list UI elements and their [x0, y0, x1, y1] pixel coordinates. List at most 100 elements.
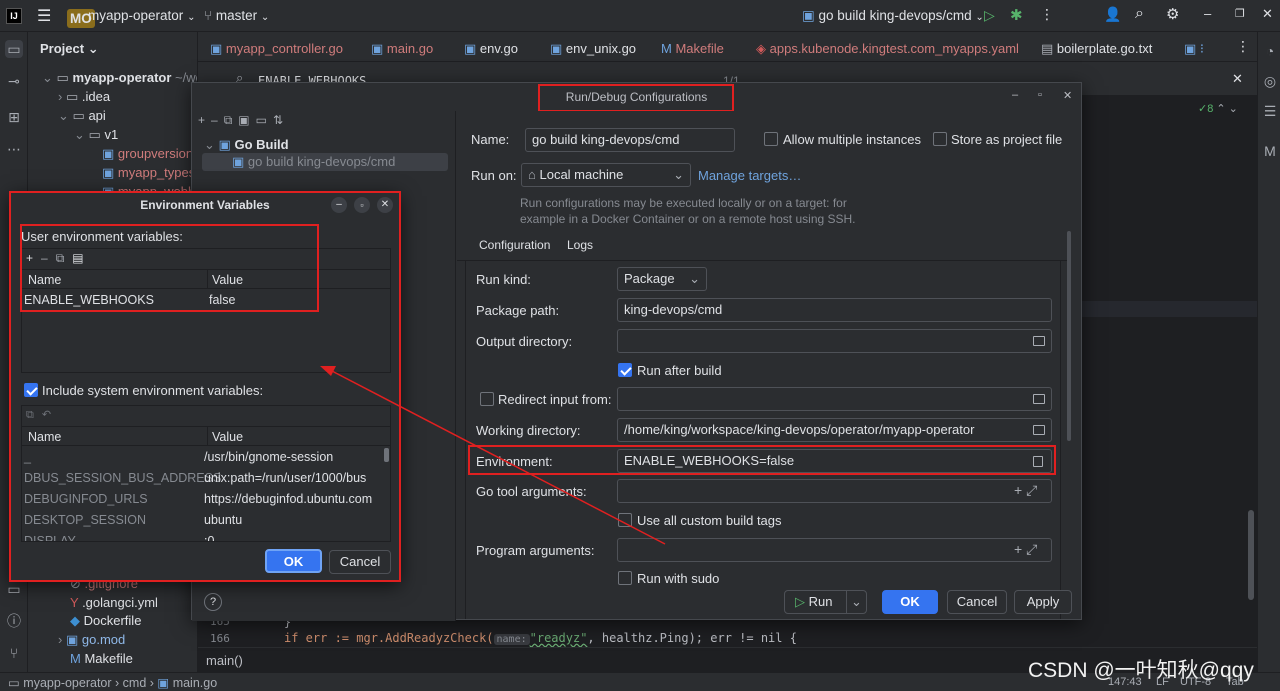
tree-item-idea[interactable]: › ▭ .idea — [58, 89, 110, 105]
minimize-icon[interactable]: – — [1012, 89, 1018, 101]
sort-icon[interactable]: ⇅ — [273, 113, 289, 127]
chevron-down-icon[interactable]: ⌄ — [846, 591, 866, 613]
table-row[interactable]: _ /usr/bin/gnome-session — [22, 447, 382, 468]
save-icon[interactable]: ▣ — [238, 113, 255, 127]
tab-env-go[interactable]: ▣ env.go — [464, 41, 518, 57]
make-icon[interactable]: M — [1261, 142, 1279, 160]
maximize-icon[interactable]: ▫ — [354, 197, 370, 213]
store-project-checkbox[interactable] — [933, 132, 947, 146]
form-scrollbar[interactable] — [1067, 231, 1071, 441]
tab-configuration[interactable]: Configuration — [469, 238, 561, 262]
working-dir-field[interactable]: /home/king/workspace/king-devops/operato… — [617, 418, 1052, 442]
table-row[interactable]: DEBUGINFOD_URLS https://debuginfod.ubunt… — [22, 489, 382, 510]
redirect-input-checkbox[interactable] — [480, 392, 494, 406]
tree-item-groupversion[interactable]: ▣ groupversion_ — [102, 146, 197, 162]
tree-item-golangci[interactable]: Y .golangci.yml — [70, 595, 158, 610]
remove-icon[interactable]: – — [211, 113, 224, 127]
copy-icon[interactable]: ⧉ — [56, 251, 73, 265]
copy-icon[interactable]: ⧉ — [26, 409, 42, 421]
custom-build-tags-checkbox[interactable] — [618, 513, 632, 527]
expand-icon[interactable]: + ⤢ — [1014, 482, 1037, 499]
table-row[interactable]: DISPLAY :0 — [22, 531, 382, 541]
tree-item-dockerfile[interactable]: ◆ Dockerfile — [70, 613, 141, 629]
expand-icon[interactable]: + ⤢ — [1014, 541, 1037, 558]
ok-button[interactable]: OK — [882, 590, 938, 614]
browse-folder-icon[interactable] — [1033, 394, 1045, 404]
more-tools-icon[interactable]: ⋯ — [5, 140, 23, 158]
redirect-input-field[interactable] — [617, 387, 1052, 411]
inspection-widget[interactable]: ✓8 ⌃ ⌄ — [1198, 102, 1238, 115]
run-button[interactable]: ▷ Run ⌄ — [784, 590, 867, 614]
folder-icon[interactable]: ▭ — [256, 113, 273, 127]
table-row[interactable]: ENABLE_WEBHOOKS false — [22, 290, 390, 310]
tab-overflow[interactable]: ▣ ⁝ — [1184, 41, 1204, 57]
remove-icon[interactable]: – — [41, 251, 56, 265]
tab-crd-yaml[interactable]: ◈ apps.kubenode.kingtest.com_myapps.yaml — [756, 41, 1019, 57]
structure-icon[interactable]: ⊞ — [5, 108, 23, 126]
run-after-build-checkbox[interactable] — [618, 363, 632, 377]
name-field[interactable]: go build king-devops/cmd — [525, 128, 735, 152]
add-user-icon[interactable]: 👤 — [1104, 6, 1121, 23]
close-icon[interactable]: ✕ — [377, 197, 393, 213]
tree-item-root[interactable]: ⌄ ▭ myapp-operator ~/wo — [42, 70, 197, 86]
environment-field[interactable]: ENABLE_WEBHOOKS=false — [617, 449, 1052, 473]
browse-folder-icon[interactable] — [1033, 425, 1045, 435]
run-with-sudo-checkbox[interactable] — [618, 571, 632, 585]
browse-folder-icon[interactable] — [1033, 336, 1045, 346]
scrollbar-thumb[interactable] — [384, 448, 389, 462]
database-icon[interactable]: ☰ — [1261, 102, 1279, 120]
tabs-overflow-icon[interactable]: ⋮ — [1236, 38, 1250, 55]
table-row[interactable]: DBUS_SESSION_BUS_ADDRESS unix:path=/run/… — [22, 468, 382, 489]
more-icon[interactable]: ⋮ — [1040, 6, 1054, 23]
paste-icon[interactable]: ▤ — [72, 251, 91, 265]
tree-item-v1[interactable]: ⌄ ▭ v1 — [74, 127, 118, 143]
edit-env-icon[interactable] — [1033, 456, 1043, 467]
tree-item-myapp-types[interactable]: ▣ myapp_types. — [102, 165, 197, 181]
output-dir-field[interactable] — [617, 329, 1052, 353]
env-ok-button[interactable]: OK — [265, 549, 322, 573]
add-icon[interactable]: + — [26, 251, 41, 265]
commit-icon[interactable]: ⊸ — [5, 72, 23, 90]
notifications-icon[interactable]: ◔ — [1261, 42, 1279, 60]
tab-boilerplate[interactable]: ▤ boilerplate.go.txt — [1041, 41, 1152, 57]
project-panel-title[interactable]: Project ⌄ — [40, 41, 99, 57]
run-config-selector[interactable]: ▣ go build king-devops/cmd ⌄ — [802, 8, 984, 24]
search-icon[interactable]: ⌕ — [1135, 5, 1144, 23]
tree-item-go-build-config[interactable]: ▣ go build king-devops/cmd — [202, 153, 448, 171]
minimize-icon[interactable]: – — [331, 197, 347, 213]
ai-assistant-icon[interactable]: ◎ — [1261, 72, 1279, 90]
gear-icon[interactable]: ⚙ — [1166, 5, 1179, 23]
tab-main-go[interactable]: ▣ main.go — [371, 41, 433, 61]
tab-makefile[interactable]: M Makefile — [661, 41, 724, 56]
env-cancel-button[interactable]: Cancel — [329, 550, 391, 574]
folder-icon[interactable]: ▭ — [5, 40, 23, 58]
status-crumbs[interactable]: ▭ myapp-operator › cmd › ▣ main.go — [8, 675, 217, 690]
program-args-field[interactable] — [617, 538, 1052, 562]
main-menu-icon[interactable]: ☰ — [37, 6, 51, 26]
close-icon[interactable]: ✕ — [1063, 89, 1072, 102]
problems-icon[interactable]: ⓘ — [5, 612, 23, 630]
include-system-checkbox[interactable] — [24, 383, 38, 397]
add-icon[interactable]: + — [198, 113, 211, 127]
apply-button[interactable]: Apply — [1014, 590, 1072, 614]
breadcrumb[interactable]: main() — [206, 653, 243, 668]
branch-switcher[interactable]: ⑂ master ⌄ — [204, 8, 269, 23]
tab-myapp-controller[interactable]: ▣ myapp_controller.go — [210, 41, 343, 57]
maximize-icon[interactable]: ▫ — [1038, 89, 1042, 101]
run-on-select[interactable]: ⌂ Local machine ⌄ — [521, 163, 691, 187]
go-tool-args-field[interactable] — [617, 479, 1052, 503]
git-icon[interactable]: ⑂ — [5, 644, 23, 662]
tree-group-go-build[interactable]: ⌄ ▣ Go Build — [204, 137, 289, 153]
manage-targets-link[interactable]: Manage targets… — [698, 168, 801, 183]
terminal-icon[interactable]: ▭ — [5, 580, 23, 598]
tree-item-gomod[interactable]: › ▣ go.mod — [58, 632, 125, 648]
undo-icon[interactable]: ↶ — [42, 409, 59, 421]
minimize-icon[interactable]: – — [1204, 6, 1211, 21]
restore-icon[interactable]: ❐ — [1235, 7, 1245, 20]
tree-item-makefile[interactable]: M Makefile — [70, 651, 133, 666]
help-button[interactable]: ? — [204, 593, 222, 611]
project-switcher[interactable]: myapp-operator ⌄ — [88, 8, 195, 23]
scrollbar-thumb[interactable] — [1248, 510, 1254, 600]
package-path-field[interactable]: king-devops/cmd — [617, 298, 1052, 322]
cancel-button[interactable]: Cancel — [947, 590, 1007, 614]
